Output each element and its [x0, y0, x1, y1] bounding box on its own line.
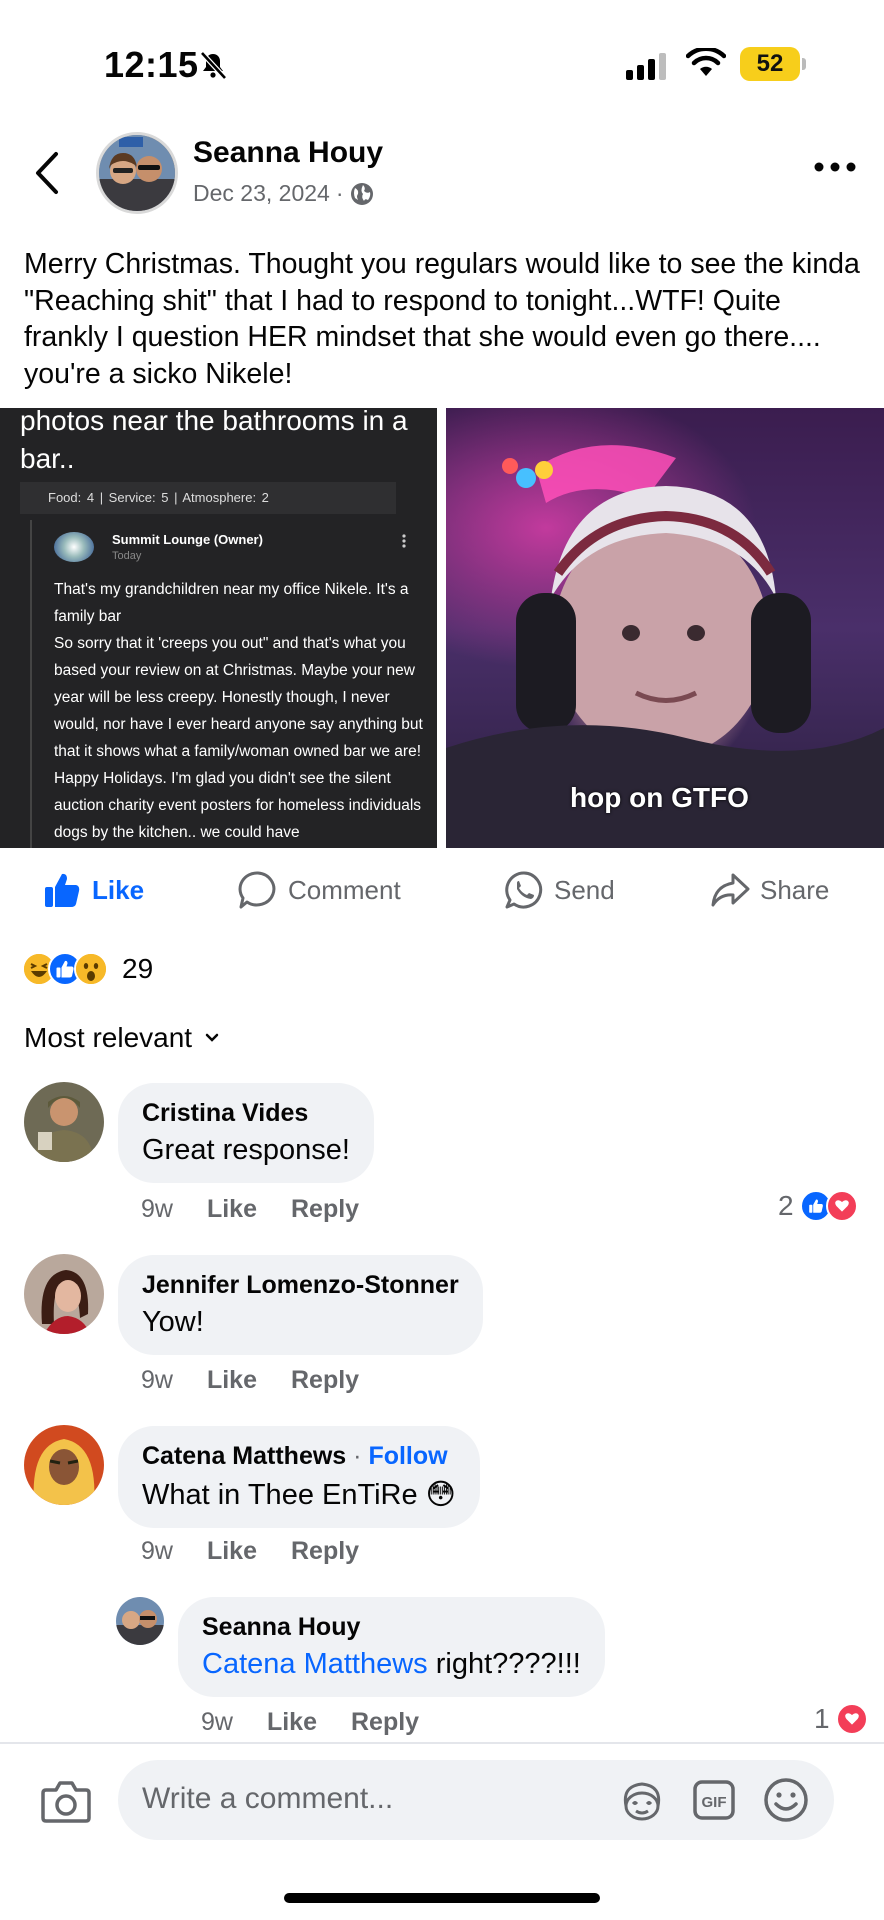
comment-reaction-count: 2	[778, 1190, 794, 1221]
reply-text-body: right????!!!	[427, 1648, 581, 1680]
owner-reply: Summit Lounge (Owner) Today That's my gr…	[30, 520, 423, 848]
owner-reply-text: That's my grandchildren near my office N…	[54, 581, 423, 841]
comment-time[interactable]: 9w	[141, 1537, 173, 1566]
emoji-icon[interactable]	[762, 1776, 810, 1824]
comment-reaction-count: 1	[814, 1703, 830, 1734]
comment-reply-button[interactable]: Reply	[291, 1537, 359, 1566]
wow-reaction-icon	[74, 952, 108, 986]
review-ratings: Food: 4 | Service: 5 | Atmosphere: 2	[20, 482, 396, 514]
like-button[interactable]: Like	[42, 862, 144, 918]
comment-sort-dropdown[interactable]: Most relevant	[24, 1022, 220, 1054]
gif-caption: hop on GTFO	[570, 782, 749, 813]
owner-logo-icon	[54, 532, 94, 562]
author-avatar[interactable]	[96, 132, 178, 214]
comment-time[interactable]: 9w	[141, 1366, 173, 1395]
wifi-icon	[686, 48, 726, 76]
comment-bubble-icon	[238, 871, 276, 909]
comment-meta: 9w Like Reply	[201, 1708, 419, 1737]
comment-reply-button[interactable]: Reply	[351, 1708, 419, 1737]
comment-like-button[interactable]: Like	[207, 1537, 257, 1566]
commenter-avatar[interactable]	[24, 1425, 104, 1505]
share-arrow-icon	[711, 873, 750, 907]
comment-author[interactable]: Jennifer Lomenzo-Stonner	[142, 1271, 459, 1300]
comment-meta: 9w Like Reply	[141, 1366, 359, 1395]
chevron-down-icon	[205, 1033, 219, 1042]
comment-reply-button[interactable]: Reply	[291, 1366, 359, 1395]
camera-icon[interactable]	[40, 1778, 92, 1824]
comment-time[interactable]: 9w	[141, 1195, 173, 1224]
divider	[0, 1742, 884, 1744]
comment-author[interactable]: Seanna Houy	[202, 1613, 581, 1642]
comment-meta: 9w Like Reply	[141, 1537, 359, 1566]
back-arrow-icon[interactable]	[30, 148, 66, 198]
comment-composer[interactable]: Write a comment... GIF	[118, 1760, 834, 1840]
reply-avatar[interactable]	[116, 1597, 164, 1645]
reaction-count: 29	[122, 953, 154, 984]
like-label: Like	[92, 874, 145, 905]
bell-muted-icon	[200, 51, 227, 80]
love-reaction-icon	[825, 1190, 858, 1222]
comment-bubble[interactable]: Catena Matthews · Follow What in Thee En…	[118, 1426, 480, 1528]
battery-tip	[802, 58, 806, 70]
mention-link[interactable]: Catena Matthews	[202, 1648, 428, 1680]
post-body-text: Merry Christmas. Thought you regulars wo…	[24, 248, 860, 390]
review-heading: photos near the bathrooms in a bar..	[20, 408, 408, 474]
post-actions: Like Comment Send Share	[0, 862, 884, 918]
follow-separator: ·	[346, 1442, 369, 1470]
comment-bubble[interactable]: Cristina Vides Great response!	[118, 1083, 374, 1183]
post-author-name[interactable]: Seanna Houy	[193, 136, 383, 170]
follow-button[interactable]: Follow	[368, 1442, 447, 1470]
more-options-icon[interactable]	[812, 160, 858, 174]
home-indicator[interactable]	[284, 1893, 600, 1903]
comment-like-button[interactable]: Like	[207, 1366, 257, 1395]
comment-text: Great response!	[142, 1134, 350, 1166]
thumbs-up-icon	[45, 873, 80, 907]
share-label: Share	[760, 874, 830, 905]
comment-header: Catena Matthews · Follow	[142, 1442, 456, 1471]
comment-text: What in Thee EnTiRe 😳	[142, 1479, 456, 1511]
battery-indicator: 52	[740, 47, 800, 81]
post-meta: Dec 23, 2024 ·	[193, 180, 374, 207]
reply-bubble[interactable]: Seanna Houy Catena Matthews right????!!!	[178, 1597, 605, 1697]
post-date[interactable]: Dec 23, 2024	[193, 180, 330, 207]
comment-button[interactable]: Comment	[238, 862, 401, 918]
comment-time[interactable]: 9w	[201, 1708, 233, 1737]
comment-reactions[interactable]: 1	[814, 1703, 868, 1735]
reactions-summary[interactable]: 29	[22, 952, 153, 986]
globe-icon	[350, 182, 373, 205]
comment-input[interactable]: Write a comment...	[142, 1782, 393, 1816]
owner-reply-time: Today	[112, 550, 142, 562]
comment-label: Comment	[288, 874, 401, 905]
love-reaction-icon	[835, 1703, 868, 1735]
comment-reactions[interactable]: 2	[778, 1190, 858, 1222]
sort-label: Most relevant	[24, 1022, 193, 1053]
post-image-review-screenshot[interactable]: photos near the bathrooms in a bar.. Foo…	[0, 408, 437, 848]
svg-text:GIF: GIF	[702, 1794, 727, 1811]
comment-author[interactable]: Cristina Vides	[142, 1099, 350, 1128]
author-photo	[99, 135, 175, 211]
post-image-gif[interactable]: hop on GTFO	[446, 408, 884, 848]
comment-text: Yow!	[142, 1306, 204, 1338]
reply-text: Catena Matthews right????!!!	[202, 1648, 581, 1681]
owner-name: Summit Lounge (Owner)	[112, 532, 263, 547]
share-button[interactable]: Share	[710, 862, 829, 918]
avatar-sticker-icon[interactable]	[618, 1776, 666, 1824]
comment-like-button[interactable]: Like	[207, 1195, 257, 1224]
comment-bubble[interactable]: Jennifer Lomenzo-Stonner Yow!	[118, 1255, 483, 1355]
commenter-avatar[interactable]	[24, 1082, 104, 1162]
whatsapp-icon	[505, 871, 543, 909]
gif-icon[interactable]: GIF	[690, 1776, 738, 1824]
meta-separator: ·	[335, 180, 344, 206]
comment-meta: 9w Like Reply	[141, 1195, 359, 1224]
status-time: 12:15	[104, 44, 199, 85]
commenter-avatar[interactable]	[24, 1254, 104, 1334]
comment-author[interactable]: Catena Matthews	[142, 1442, 346, 1470]
send-label: Send	[554, 874, 615, 905]
comment-like-button[interactable]: Like	[267, 1708, 317, 1737]
signal-icon	[626, 52, 670, 80]
send-button[interactable]: Send	[504, 862, 615, 918]
owner-more-icon	[402, 534, 406, 548]
comment-reply-button[interactable]: Reply	[291, 1195, 359, 1224]
